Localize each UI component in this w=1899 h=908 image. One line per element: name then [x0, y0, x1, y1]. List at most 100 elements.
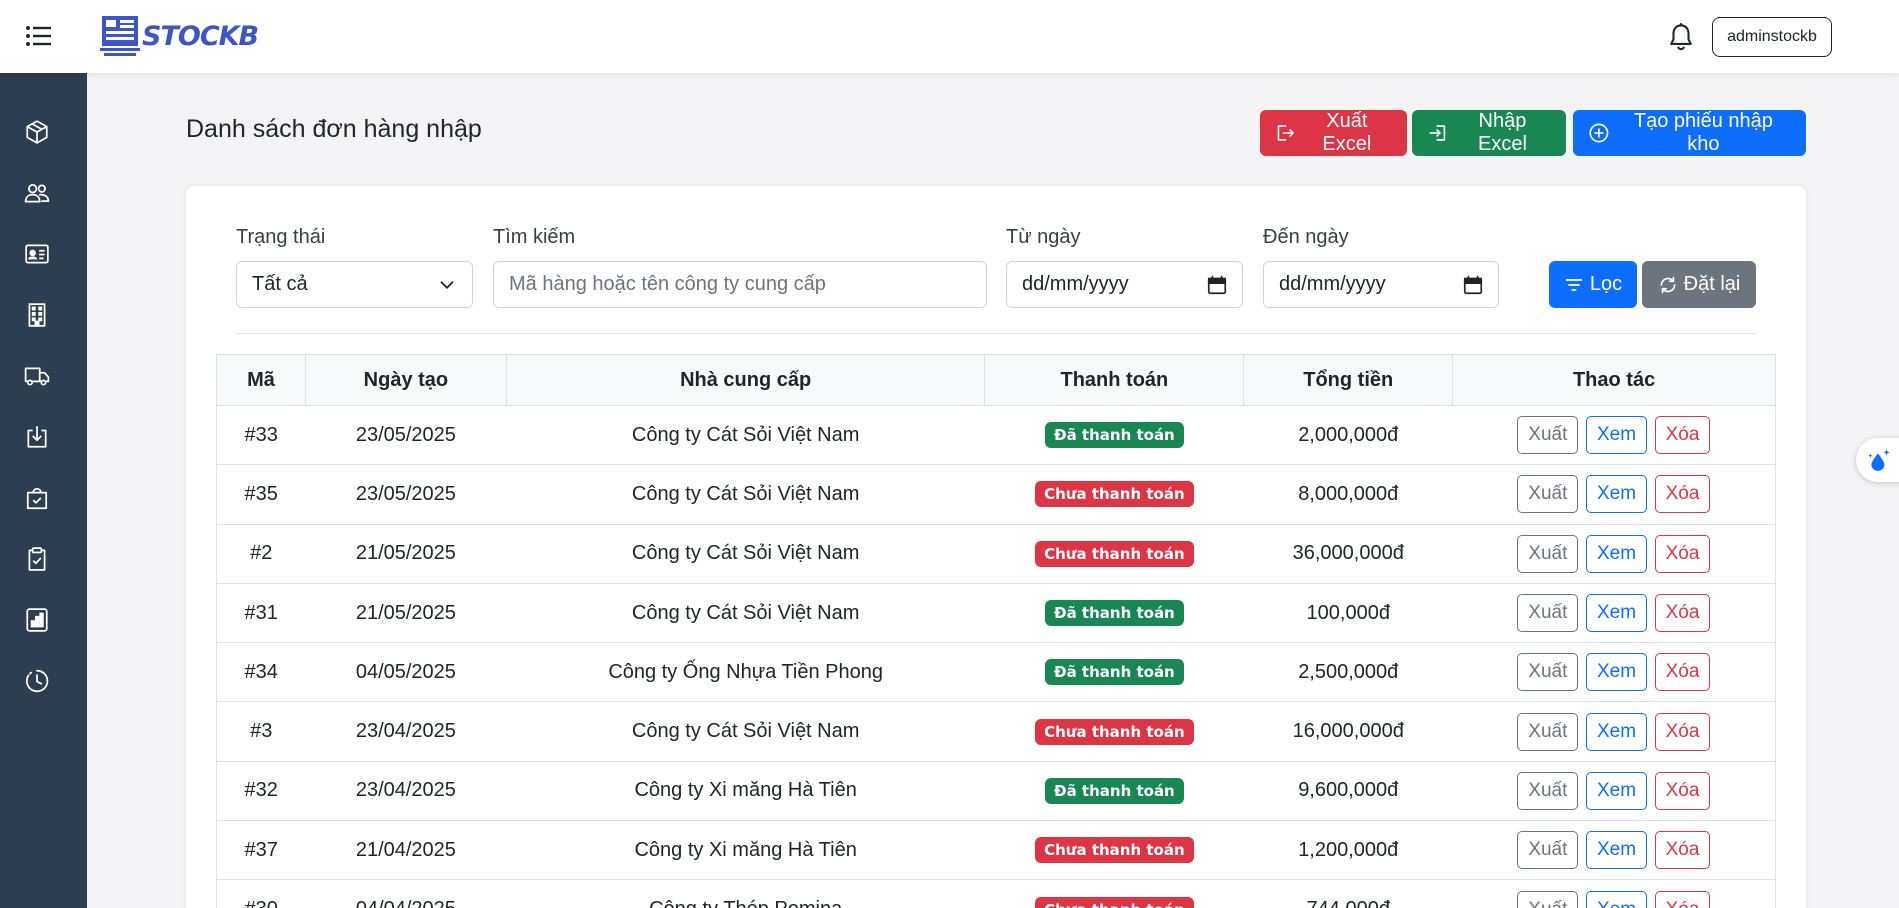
to-date-input[interactable]: dd/mm/yyyy [1263, 261, 1499, 308]
bag-check-icon [26, 488, 48, 510]
row-export-button[interactable]: Xuất [1517, 712, 1579, 751]
menu-toggle-icon[interactable] [24, 22, 54, 50]
sidebar-item-warehouses[interactable] [20, 298, 54, 332]
column-header-supplier[interactable]: Nhà cung cấp [505, 354, 986, 406]
report-icon [26, 608, 48, 632]
supplier-cell: Công ty Cát Sỏi Việt Nam [506, 464, 985, 525]
total-cell: 1,200,000đ [1243, 820, 1453, 881]
building-icon [28, 303, 46, 327]
actions-cell: Xuất Xem Xóa [1452, 760, 1776, 822]
sidebar-item-export-orders[interactable] [20, 481, 54, 515]
row-view-button[interactable]: Xem [1585, 416, 1648, 455]
actions-cell: Xuất Xem Xóa [1452, 582, 1776, 644]
row-delete-button[interactable]: Xóa [1654, 831, 1711, 870]
payment-status-badge: Đã thanh toán [1045, 422, 1184, 449]
row-delete-button[interactable]: Xóa [1654, 475, 1711, 514]
order-date-cell: 23/04/2025 [305, 701, 507, 762]
reset-button[interactable]: Đặt lại [1642, 261, 1756, 308]
calendar-icon[interactable] [1206, 274, 1228, 296]
order-date-cell: 23/05/2025 [305, 464, 507, 525]
sidebar-item-shipping[interactable] [20, 359, 54, 393]
row-view-button[interactable]: Xem [1585, 534, 1648, 573]
actions-cell: Xuất Xem Xóa [1452, 701, 1776, 762]
payment-status-cell: Chưa thanh toán [984, 464, 1244, 525]
export-icon [1277, 125, 1294, 141]
total-cell: 100,000đ [1243, 582, 1453, 644]
sidebar-item-history[interactable] [20, 664, 54, 698]
search-input[interactable]: Mã hàng hoặc tên công ty cung cấp [493, 261, 987, 308]
order-id-cell: #37 [216, 820, 306, 881]
column-header-actions: Thao tác [1452, 354, 1776, 406]
column-header-date[interactable]: Ngày tạo [304, 354, 507, 406]
row-view-button[interactable]: Xem [1585, 771, 1648, 810]
app-logo[interactable]: STOCKB [100, 14, 259, 58]
total-cell: 16,000,000đ [1243, 701, 1453, 762]
row-view-button[interactable]: Xem [1585, 594, 1648, 633]
row-export-button[interactable]: Xuất [1517, 831, 1579, 870]
row-view-button[interactable]: Xem [1585, 475, 1648, 514]
row-view-button[interactable]: Xem [1585, 890, 1648, 908]
logo-text: STOCKB [142, 20, 259, 52]
row-export-button[interactable]: Xuất [1517, 771, 1579, 810]
table-header-row: Mã Ngày tạo Nhà cung cấp Thanh toán Tổng… [216, 354, 1776, 406]
row-delete-button[interactable]: Xóa [1654, 594, 1711, 633]
table-row: #3 23/04/2025 Công ty Cát Sỏi Việt Nam Chưa… [216, 701, 1776, 762]
row-view-button[interactable]: Xem [1585, 653, 1648, 692]
row-delete-button[interactable]: Xóa [1654, 712, 1711, 751]
row-delete-button[interactable]: Xóa [1654, 771, 1711, 810]
sidebar-item-users[interactable] [20, 176, 54, 210]
sidebar-item-import-orders[interactable] [20, 420, 54, 454]
create-import-slip-button[interactable]: Tạo phiếu nhập kho [1573, 110, 1806, 156]
payment-status-badge: Đã thanh toán [1045, 600, 1184, 627]
notification-bell-icon[interactable] [1667, 22, 1695, 52]
total-cell: 744,000đ [1243, 879, 1453, 908]
actions-cell: Xuất Xem Xóa [1452, 404, 1776, 466]
user-menu-button[interactable]: adminstockb [1712, 17, 1832, 57]
row-export-button[interactable]: Xuất [1517, 534, 1579, 573]
payment-status-cell: Đã thanh toán [984, 760, 1244, 822]
row-view-button[interactable]: Xem [1585, 831, 1648, 870]
floating-widget-button[interactable] [1856, 438, 1899, 482]
column-header-payment[interactable]: Thanh toán [984, 354, 1245, 406]
calendar-icon[interactable] [1462, 274, 1484, 296]
export-excel-button[interactable]: Xuất Excel [1260, 110, 1407, 156]
order-date-cell: 23/05/2025 [305, 404, 507, 466]
from-date-value: dd/mm/yyyy [1022, 273, 1129, 295]
filter-button[interactable]: Lọc [1549, 261, 1637, 308]
sidebar-item-customers[interactable] [20, 237, 54, 271]
history-icon [26, 669, 49, 693]
column-header-total[interactable]: Tổng tiền [1243, 354, 1454, 406]
status-select-value: Tất cả [252, 273, 308, 295]
page-title: Danh sách đơn hàng nhập [186, 115, 482, 143]
column-header-id[interactable]: Mã [216, 354, 306, 406]
row-delete-button[interactable]: Xóa [1654, 416, 1711, 455]
row-export-button[interactable]: Xuất [1517, 594, 1579, 633]
table-row: #2 21/05/2025 Công ty Cát Sỏi Việt Nam Chưa… [216, 523, 1776, 584]
table-row: #35 23/05/2025 Công ty Cát Sỏi Việt Nam Chư… [216, 464, 1776, 525]
row-export-button[interactable]: Xuất [1517, 890, 1579, 908]
payment-status-cell: Đã thanh toán [984, 642, 1244, 703]
row-delete-button[interactable]: Xóa [1654, 534, 1711, 573]
supplier-cell: Công ty Xi măng Hà Tiên [506, 760, 985, 822]
import-excel-label: Nhập Excel [1477, 110, 1527, 155]
warehouse-logo-icon [100, 16, 140, 56]
row-export-button[interactable]: Xuất [1517, 416, 1579, 455]
sidebar-item-reports[interactable] [20, 603, 54, 637]
supplier-cell: Công ty Cát Sỏi Việt Nam [506, 404, 985, 466]
row-view-button[interactable]: Xem [1585, 712, 1648, 751]
payment-status-badge: Chưa thanh toán [1035, 896, 1194, 908]
order-date-cell: 23/04/2025 [305, 760, 507, 822]
table-body: #33 23/05/2025 Công ty Cát Sỏi Việt Nam Đã … [216, 404, 1776, 908]
import-excel-button[interactable]: Nhập Excel [1412, 110, 1566, 156]
from-date-input[interactable]: dd/mm/yyyy [1006, 261, 1243, 308]
reset-button-label: Đặt lại [1683, 273, 1741, 295]
sidebar-item-inventory-check[interactable] [20, 542, 54, 576]
status-select[interactable]: Tất cả [236, 261, 473, 308]
row-delete-button[interactable]: Xóa [1654, 653, 1711, 692]
supplier-cell: Công ty Thép Pomina [506, 879, 985, 908]
row-export-button[interactable]: Xuất [1517, 475, 1579, 514]
row-export-button[interactable]: Xuất [1517, 653, 1579, 692]
sidebar-item-products[interactable] [20, 115, 54, 149]
create-import-slip-label: Tạo phiếu nhập kho [1633, 110, 1773, 155]
row-delete-button[interactable]: Xóa [1654, 890, 1711, 908]
